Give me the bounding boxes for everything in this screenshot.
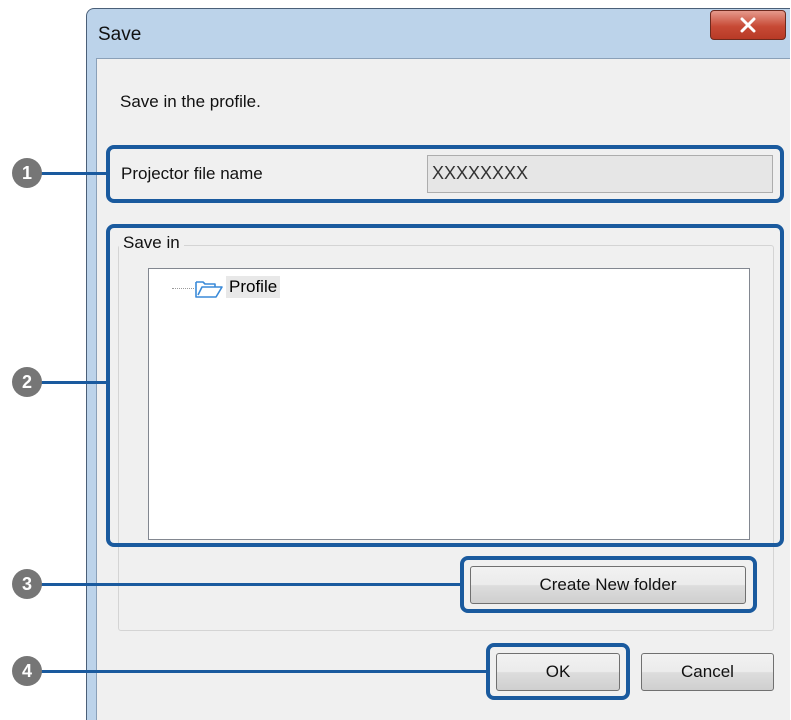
dialog-description: Save in the profile. (120, 92, 261, 111)
cancel-button[interactable]: Cancel (641, 653, 774, 691)
callout-3-leader (40, 583, 462, 586)
callout-4-leader (40, 670, 488, 673)
callout-1-outline (106, 145, 784, 203)
callout-3-badge: 3 (12, 569, 42, 599)
callout-3-number: 3 (21, 574, 32, 594)
callout-1-leader (40, 172, 108, 175)
callout-4-outline (486, 643, 630, 700)
callout-2-number: 2 (21, 372, 32, 392)
close-icon (740, 17, 756, 33)
callout-4-badge: 4 (12, 656, 42, 686)
callout-2-badge: 2 (12, 367, 42, 397)
callout-1-number: 1 (21, 163, 32, 183)
callout-3-outline (460, 556, 757, 613)
callout-1-badge: 1 (12, 158, 42, 188)
close-button[interactable] (710, 10, 786, 40)
callout-2-outline (106, 224, 784, 547)
callout-4-number: 4 (21, 661, 32, 681)
callout-2-leader (40, 381, 108, 384)
window-title: Save (98, 24, 142, 45)
